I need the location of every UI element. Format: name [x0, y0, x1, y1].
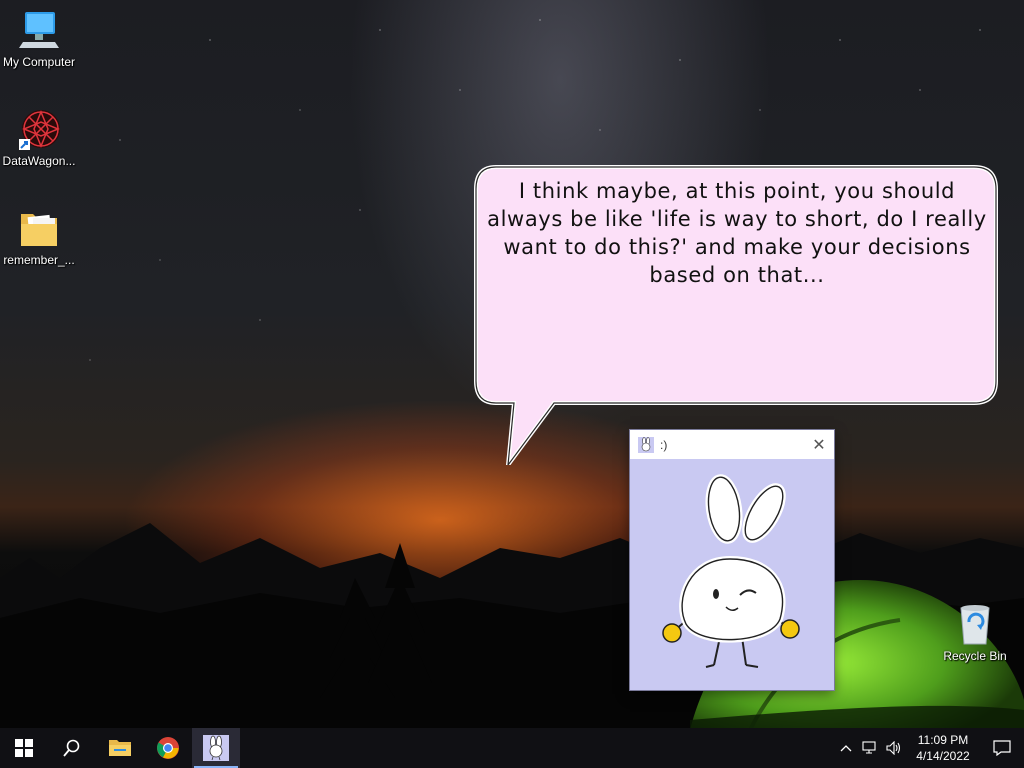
desktop-icon-my-computer[interactable]: My Computer	[0, 8, 78, 69]
folder-icon	[21, 214, 57, 246]
taskbar: 11:09 PM 4/14/2022	[0, 728, 1024, 768]
desktop-icon-label: remember_...	[3, 253, 75, 267]
recycle-bin-icon	[960, 605, 990, 645]
desktop-icon-remember[interactable]: remember_...	[0, 206, 78, 267]
start-button[interactable]	[0, 728, 48, 768]
clock-date: 4/14/2022	[916, 749, 970, 763]
chevron-up-icon[interactable]	[834, 728, 858, 768]
chrome-icon	[157, 737, 179, 759]
clock[interactable]: 11:09 PM 4/14/2022	[906, 728, 980, 768]
desktop-icon-label: My Computer	[2, 55, 76, 69]
network-icon[interactable]	[858, 728, 882, 768]
desktop-icon-label: DataWagon...	[2, 154, 76, 168]
pet-window-titlebar[interactable]: :) ✕	[630, 430, 834, 459]
desktop-icon-label: Recycle Bin	[943, 649, 1007, 663]
file-explorer-button[interactable]	[96, 728, 144, 768]
search-button[interactable]	[48, 728, 96, 768]
desktop: My Computer DataWagon... remember_... Re…	[0, 0, 1024, 768]
system-tray: 11:09 PM 4/14/2022	[834, 728, 1024, 768]
desktop-icon-recycle-bin[interactable]: Recycle Bin	[936, 602, 1014, 663]
datawagon-shortcut-icon	[19, 110, 60, 150]
desktop-pet-taskbar-button[interactable]	[192, 728, 240, 768]
bunny-character	[662, 474, 800, 668]
notification-button[interactable]	[980, 728, 1024, 768]
chrome-button[interactable]	[144, 728, 192, 768]
bunny-app-icon	[638, 436, 654, 453]
windows-logo-icon	[15, 739, 33, 757]
volume-icon[interactable]	[882, 728, 906, 768]
pet-window[interactable]: :) ✕	[630, 430, 834, 690]
notification-icon	[993, 740, 1011, 756]
computer-icon	[19, 12, 59, 48]
search-icon	[63, 739, 80, 757]
speech-bubble: I think maybe, at this point, you should…	[474, 165, 998, 465]
pet-canvas[interactable]	[630, 459, 834, 690]
clock-time: 11:09 PM	[917, 733, 969, 747]
folder-icon	[109, 740, 131, 756]
pet-window-title: :)	[660, 437, 668, 452]
desktop-icon-datawagon[interactable]: DataWagon...	[0, 107, 78, 168]
speech-bubble-text: I think maybe, at this point, you should…	[487, 179, 987, 287]
bunny-icon	[203, 735, 229, 761]
close-button[interactable]: ✕	[804, 430, 834, 459]
